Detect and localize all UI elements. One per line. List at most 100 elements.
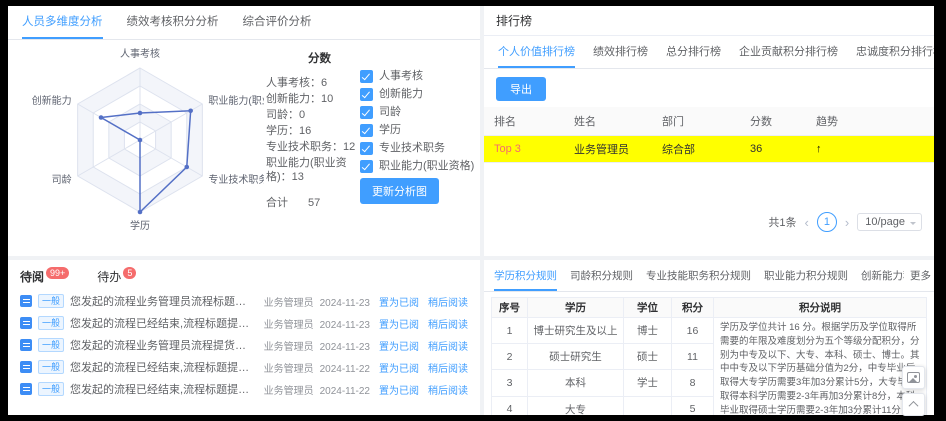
checkbox-vocational-ability[interactable]: 职业能力(职业资格) [360,160,478,173]
message-date: 2024-11-23 [320,342,370,353]
tab-enterprise-contribution-ranking[interactable]: 企业贡献积分排行榜 [739,36,838,68]
score-item: 学历：16 [266,124,362,138]
priority-tag: 一般 [38,338,64,352]
rules-panel: 学历积分规则 司龄积分规则 专业技能职务积分规则 职业能力积分规则 创新能力积分… [484,260,934,415]
mark-read-link[interactable]: 置为已阅 [379,294,419,309]
priority-tag: 一般 [38,294,64,308]
message-list: 一般 您发起的流程业务管理员流程标题提货单，废弃说场 业务管理员2024-11-… [8,290,480,400]
cell-degree: 硕士 [624,344,672,370]
table-row[interactable]: Top 3 业务管理员 综合部 36 ↑ [484,136,934,163]
checkbox-label: 专业技术职务 [379,142,445,155]
col-trend: 趋势 [806,107,934,136]
prev-page-icon[interactable]: ‹ [805,215,809,230]
cell-education: 硕士研究生 [528,344,624,370]
next-page-icon[interactable]: › [845,215,849,230]
cell-no: 1 [492,318,528,344]
to-read-badge: 99+ [46,267,69,279]
cell-no: 2 [492,344,528,370]
list-item: 一般 您发起的流程已经结束,流程标题提货单 业务管理员2024-11-22 置为… [8,356,480,378]
cell-degree: 博士 [624,318,672,344]
checkbox-professional-title[interactable]: 专业技术职务 [360,142,478,155]
mark-read-link[interactable]: 置为已阅 [379,382,419,397]
col-degree: 学位 [624,298,672,318]
checked-checkbox-icon[interactable] [360,142,373,155]
rules-tabbar: 学历积分规则 司龄积分规则 专业技能职务积分规则 职业能力积分规则 创新能力积分… [484,260,934,292]
message-text[interactable]: 您发起的流程已经结束,流程标题提货单 [70,381,256,397]
read-later-link[interactable]: 稍后阅读 [428,360,468,375]
message-text[interactable]: 您发起的流程已经结束,流程标题提货单 [70,315,256,331]
message-text[interactable]: 您发起的流程已经结束,流程标题提货单 [70,359,256,375]
export-button[interactable]: 导出 [496,77,546,101]
checkbox-education[interactable]: 学历 [360,124,478,137]
list-item: 一般 您发起的流程业务管理员流程标题提货单，废弃说场 业务管理员2024-11-… [8,290,480,312]
cell-education: 本科 [528,370,624,396]
tab-vocational-ability-rules[interactable]: 职业能力积分规则 [764,260,848,291]
tab-to-do[interactable]: 待办5 [97,268,136,285]
checkbox-hr-assessment[interactable]: 人事考核 [360,70,478,83]
checked-checkbox-icon[interactable] [360,124,373,137]
checked-checkbox-icon[interactable] [360,106,373,119]
mark-read-link[interactable]: 置为已阅 [379,316,419,331]
tab-loyalty-ranking[interactable]: 忠诚度积分排行榜 [856,36,934,68]
col-no: 序号 [492,298,528,318]
tab-performance-score-analysis[interactable]: 绩效考核积分分析 [127,6,219,39]
checkbox-tenure[interactable]: 司龄 [360,106,478,119]
tab-performance-ranking[interactable]: 绩效排行榜 [593,36,648,68]
read-later-link[interactable]: 稍后阅读 [428,338,468,353]
svg-text:司龄: 司龄 [52,173,72,186]
table-row: 1 博士研究生及以上 博士 16 学历及学位共计 16 分。根据学历及学位取得所… [492,318,927,344]
checked-checkbox-icon[interactable] [360,88,373,101]
page-number[interactable]: 1 [817,212,837,232]
read-later-link[interactable]: 稍后阅读 [428,316,468,331]
message-date: 2024-11-23 [320,298,370,309]
tab-to-read[interactable]: 待阅99+ [20,268,69,285]
update-chart-button[interactable]: 更新分析图 [360,178,439,204]
score-value: 12 [343,141,355,153]
read-later-link[interactable]: 稍后阅读 [428,294,468,309]
page-size-select[interactable]: 10/page [857,213,922,231]
tab-label: 待办 [97,270,121,284]
mark-read-link[interactable]: 置为已阅 [379,338,419,353]
assistant-button[interactable] [902,366,925,389]
list-item: 一般 您发起的流程业务管理员流程提货单，流程标题提货单，废弃说明 业务管理员 20… [8,334,480,356]
svg-text:人事考核: 人事考核 [120,47,160,60]
assistant-icon [907,372,920,383]
tab-education-rules[interactable]: 学历积分规则 [494,260,557,291]
tab-tenure-rules[interactable]: 司龄积分规则 [570,260,633,291]
score-label: 学历： [266,125,299,137]
cell-education: 博士研究生及以上 [528,318,624,344]
message-text[interactable]: 您发起的流程业务管理员流程标题提货单，废弃说场 [70,293,256,309]
score-value: 6 [321,77,327,89]
tab-label: 待阅 [20,270,44,284]
message-text[interactable]: 您发起的流程业务管理员流程提货单，流程标题提货单，废弃说明 [70,337,256,353]
document-icon [20,339,32,351]
tab-personnel-analysis[interactable]: 人员多维度分析 [22,6,103,39]
message-meta: 业务管理员2024-11-22 [264,360,370,375]
dashboard: 人员多维度分析 绩效考核积分分析 综合评价分析 人事考核职业能力(职业资格) 专业… [8,6,934,415]
checked-checkbox-icon[interactable] [360,70,373,83]
list-item: 一般 您发起的流程已经结束,流程标题提货单 业务管理员2024-11-22 置为… [8,378,480,400]
checked-checkbox-icon[interactable] [360,160,373,173]
score-label: 职业能力(职业资格)： [266,157,347,183]
col-description: 积分说明 [714,298,927,318]
priority-tag: 一般 [38,382,64,396]
total-label: 合计 [266,196,288,210]
read-later-link[interactable]: 稍后阅读 [428,382,468,397]
checkbox-innovation[interactable]: 创新能力 [360,88,478,101]
score-value: 13 [292,171,304,183]
pagination-total: 共1条 [768,214,796,230]
messages-tabbar: 待阅99+ 待办5 [8,260,480,290]
tab-personal-value-ranking[interactable]: 个人价值排行榜 [498,36,575,68]
cell-degree: 学士 [624,370,672,396]
more-tabs-button[interactable]: 更多 [904,260,934,292]
tab-comprehensive-analysis[interactable]: 综合评价分析 [243,6,312,39]
mark-read-link[interactable]: 置为已阅 [379,360,419,375]
ranking-table: 排名 姓名 部门 分数 趋势 Top 3 业务管理员 综合部 36 ↑ [484,107,934,163]
chevron-up-icon [909,401,919,411]
tab-total-score-ranking[interactable]: 总分排行榜 [666,36,721,68]
tab-professional-title-rules[interactable]: 专业技能职务积分规则 [646,260,751,291]
back-to-top-button[interactable] [902,393,925,416]
message-meta: 业务管理员2024-11-23 [264,316,370,331]
svg-text:学历: 学历 [130,219,150,232]
message-author: 业务管理员 [264,342,314,353]
